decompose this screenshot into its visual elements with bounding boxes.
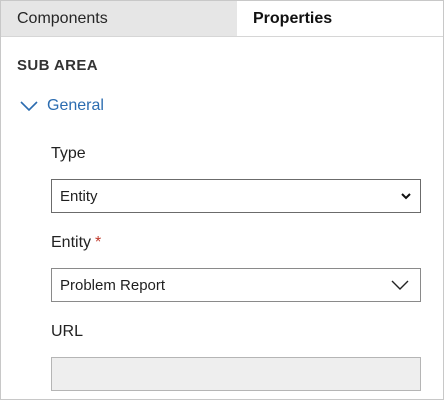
group-title: General — [47, 97, 104, 114]
url-label: URL — [51, 323, 84, 340]
properties-panel: Components Properties SUB AREA General T… — [0, 0, 444, 400]
chevron-down-icon[interactable] — [390, 277, 410, 293]
tab-components[interactable]: Components — [1, 1, 237, 37]
entity-lookup[interactable]: Problem Report — [51, 268, 421, 302]
tab-properties-label: Properties — [253, 9, 333, 27]
type-label: Type — [51, 145, 86, 162]
entity-lookup-value: Problem Report — [60, 276, 166, 294]
tab-components-label: Components — [17, 9, 108, 27]
tab-bar: Components Properties — [1, 1, 443, 37]
type-select-value: Entity — [60, 187, 98, 205]
section-title: SUB AREA — [17, 57, 98, 74]
group-header-general[interactable]: General — [19, 97, 104, 115]
tab-properties[interactable]: Properties — [237, 1, 443, 37]
caret-down-icon — [401, 193, 411, 200]
required-marker: * — [95, 234, 102, 251]
entity-label: Entity * — [51, 234, 102, 251]
type-select[interactable]: Entity — [51, 179, 421, 213]
chevron-down-icon — [20, 101, 38, 112]
url-input[interactable] — [51, 357, 421, 391]
